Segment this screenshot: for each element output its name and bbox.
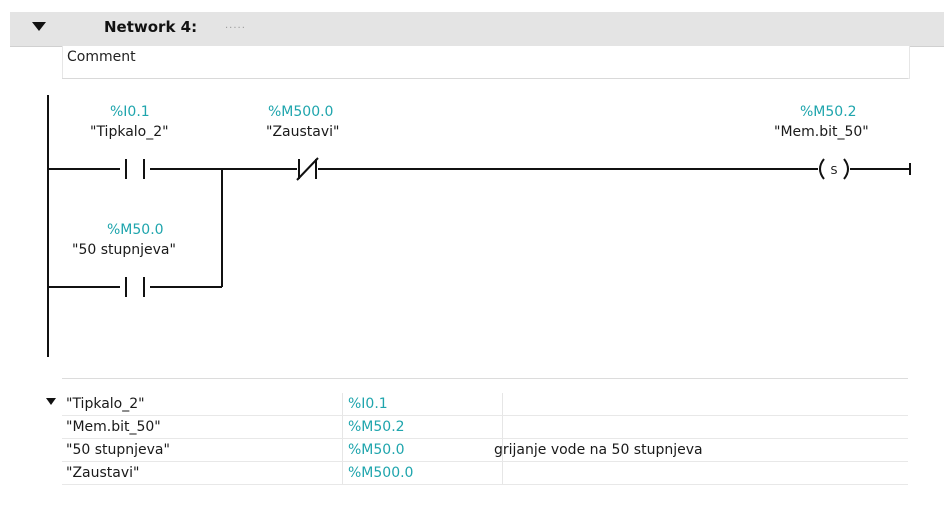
coil-type-label: S [831,164,838,177]
contact-1-address: %I0.1 [110,104,150,120]
tag-name: "Tipkalo_2" [66,396,145,412]
tag-comment: grijanje vode na 50 stupnjeva [494,442,703,458]
contact-3-address: %M50.0 [107,222,164,238]
table-row[interactable]: "50 stupnjeva" %M50.0 grijanje vode na 5… [62,439,908,462]
table-row[interactable]: "Zaustavi" %M500.0 [62,462,908,485]
tag-name: "Mem.bit_50" [66,419,161,435]
tag-address: %I0.1 [348,396,388,412]
tag-name: "50 stupnjeva" [66,442,170,458]
table-row[interactable]: "Tipkalo_2" %I0.1 [62,393,908,416]
tag-address: %M50.2 [348,419,405,435]
tag-address: %M50.0 [348,442,405,458]
tag-table-collapse-icon[interactable] [46,398,56,405]
contact-2-symbol[interactable]: "Zaustavi" [266,124,339,140]
contact-2-address: %M500.0 [268,104,334,120]
tag-address: %M500.0 [348,465,414,481]
contact-1-symbol[interactable]: "Tipkalo_2" [90,124,169,140]
tag-name: "Zaustavi" [66,465,140,481]
coil-symbol[interactable]: "Mem.bit_50" [774,124,869,140]
contact-no-tipkalo[interactable] [125,159,145,179]
tag-table: "Tipkalo_2" %I0.1 "Mem.bit_50" %M50.2 "5… [62,378,908,497]
contact-3-symbol[interactable]: "50 stupnjeva" [72,242,176,258]
table-row[interactable]: "Mem.bit_50" %M50.2 [62,416,908,439]
contact-nc-zaustavi[interactable] [296,157,319,181]
coil-address: %M50.2 [800,104,857,120]
contact-no-50-stupnjeva[interactable] [125,277,145,297]
